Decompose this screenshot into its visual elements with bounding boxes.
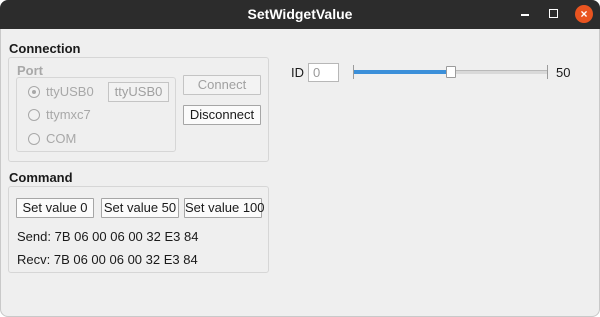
id-label: ID — [291, 65, 304, 80]
title-bar: SetWidgetValue × — [0, 0, 600, 29]
custom-port-field[interactable]: ttyUSB0 — [108, 82, 169, 102]
value-slider[interactable] — [353, 64, 548, 80]
radio-label: COM — [46, 131, 77, 146]
connect-button[interactable]: Connect — [183, 75, 261, 95]
send-text: Send: 7B 06 00 06 00 32 E3 84 — [17, 229, 199, 244]
radio-label: ttyUSB0 — [46, 84, 94, 99]
slider-fill — [354, 70, 451, 74]
command-heading: Command — [9, 170, 73, 185]
set-value-50-button[interactable]: Set value 50 — [101, 198, 179, 218]
minimize-icon[interactable] — [516, 5, 534, 23]
slider-max-tick — [547, 65, 548, 79]
radio-label: ttymxc7 — [46, 107, 91, 122]
port-label: Port — [17, 63, 43, 78]
maximize-icon[interactable] — [545, 5, 563, 23]
set-value-100-button[interactable]: Set value 100 — [184, 198, 265, 218]
recv-text: Recv: 7B 06 00 06 00 32 E3 84 — [17, 252, 198, 267]
set-value-0-button[interactable]: Set value 0 — [16, 198, 94, 218]
connection-heading: Connection — [9, 41, 81, 56]
id-input[interactable]: 0 — [308, 63, 339, 82]
close-icon[interactable]: × — [575, 5, 593, 23]
window-title: SetWidgetValue — [247, 6, 353, 22]
radio-unchecked-icon — [28, 133, 40, 145]
disconnect-button[interactable]: Disconnect — [183, 105, 261, 125]
slider-value-label: 50 — [556, 65, 571, 80]
app-window: SetWidgetValue × Connection Port ttyUSB0… — [0, 0, 600, 317]
radio-checked-icon — [28, 86, 40, 98]
radio-unchecked-icon — [28, 109, 40, 121]
slider-handle[interactable] — [445, 66, 456, 78]
